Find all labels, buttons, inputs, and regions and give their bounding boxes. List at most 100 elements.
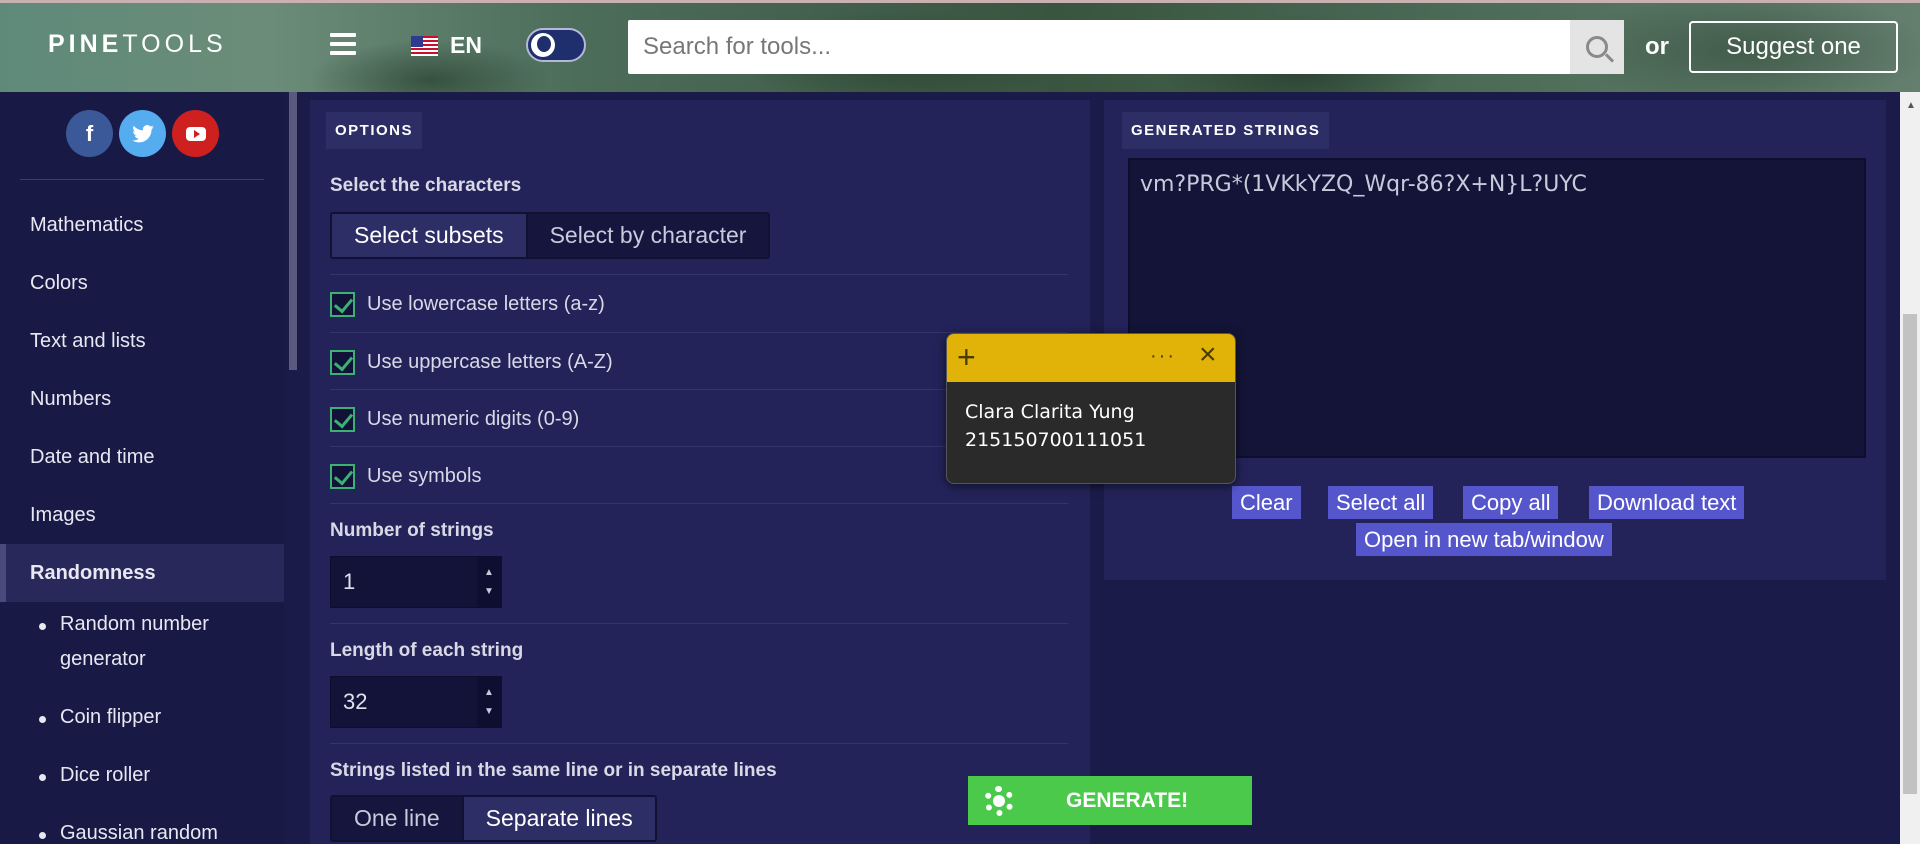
logo-bold: PINE (48, 30, 123, 58)
sidebar-item-mathematics[interactable]: Mathematics (0, 196, 284, 254)
lines-mode-toggle: One line Separate lines (330, 795, 657, 842)
site-header: PINETOOLS EN or Suggest one (0, 0, 1920, 92)
download-text-button[interactable]: Download text (1589, 486, 1745, 519)
search-bar (628, 20, 1624, 74)
row-divider (330, 274, 1068, 275)
one-line-button[interactable]: One line (332, 797, 462, 840)
chevron-up-icon[interactable]: ▲ (484, 687, 494, 698)
lowercase-label: Use lowercase letters (a-z) (367, 293, 605, 315)
chevron-down-icon[interactable]: ▼ (484, 706, 494, 717)
social-links: f (66, 110, 219, 157)
select-subsets-button[interactable]: Select subsets (332, 214, 528, 257)
or-text: or (1645, 33, 1669, 60)
number-of-strings-title: Number of strings (330, 520, 494, 541)
symbols-checkbox[interactable] (330, 464, 355, 489)
stepper-arrows[interactable]: ▲ ▼ (477, 677, 501, 727)
more-options-icon[interactable]: ··· (1150, 345, 1176, 368)
generate-label: GENERATE! (1066, 788, 1189, 812)
dark-mode-toggle[interactable] (526, 28, 586, 62)
site-logo[interactable]: PINETOOLS (48, 30, 227, 59)
lowercase-checkbox[interactable] (330, 292, 355, 317)
note-line-name: Clara Clarita Yung (965, 401, 1135, 423)
sidebar-item-text-and-lists[interactable]: Text and lists (0, 312, 284, 370)
sidebar-item-randomness[interactable]: Randomness (0, 544, 284, 602)
youtube-icon[interactable] (172, 110, 219, 157)
submenu-item-gaussian-random[interactable]: Gaussian random (0, 811, 284, 844)
number-of-strings-stepper[interactable]: 1 ▲ ▼ (330, 556, 502, 608)
number-of-strings-value[interactable]: 1 (331, 557, 477, 607)
sidebar-divider (20, 179, 264, 180)
generated-strings-tab-label: GENERATED STRINGS (1122, 112, 1330, 149)
sticky-note[interactable]: + ··· × Clara Clarita Yung 2151507001110… (946, 333, 1236, 484)
close-icon[interactable]: × (1199, 340, 1217, 370)
generated-output-textarea[interactable]: vm?PRG*(1VKkYZQ_Wqr-86?X+N}L?UYC (1128, 158, 1866, 458)
digits-checkbox[interactable] (330, 407, 355, 432)
add-note-icon[interactable]: + (957, 341, 976, 373)
chevron-down-icon[interactable]: ▼ (484, 586, 494, 597)
options-tab-label: OPTIONS (326, 112, 423, 149)
open-new-tab-button[interactable]: Open in new tab/window (1356, 523, 1612, 556)
uppercase-checkbox[interactable] (330, 350, 355, 375)
chevron-up-icon[interactable]: ▲ (484, 567, 494, 578)
sidebar: f Mathematics Colors Text and lists Numb… (0, 92, 284, 844)
row-divider (330, 743, 1068, 744)
digits-option[interactable]: Use numeric digits (0-9) (330, 407, 579, 432)
gear-icon (984, 785, 1014, 816)
symbols-option[interactable]: Use symbols (330, 464, 481, 489)
sticky-note-body[interactable]: Clara Clarita Yung 215150700111051 (947, 382, 1235, 470)
header-top-line (0, 0, 1920, 3)
logo-thin: TOOLS (122, 30, 227, 58)
search-input[interactable] (628, 20, 1570, 74)
sidebar-item-numbers[interactable]: Numbers (0, 370, 284, 428)
language-selector[interactable]: EN (411, 32, 482, 59)
moon-icon (531, 33, 555, 57)
twitter-icon[interactable] (119, 110, 166, 157)
sticky-note-titlebar[interactable]: + ··· × (947, 334, 1235, 382)
page-scrollbar[interactable]: ▲ (1900, 92, 1920, 844)
select-characters-title: Select the characters (330, 175, 522, 196)
sidebar-item-images[interactable]: Images (0, 486, 284, 544)
digits-label: Use numeric digits (0-9) (367, 408, 580, 430)
us-flag-icon (411, 35, 438, 56)
row-divider (330, 503, 1068, 504)
submenu-item-label: Gaussian random (60, 822, 218, 844)
scroll-up-arrow-icon[interactable]: ▲ (1906, 100, 1916, 111)
sidebar-item-date-and-time[interactable]: Date and time (0, 428, 284, 486)
length-stepper[interactable]: 32 ▲ ▼ (330, 676, 502, 728)
length-value[interactable]: 32 (331, 677, 477, 727)
row-divider (330, 623, 1068, 624)
sidebar-scroll-thumb[interactable] (289, 92, 297, 370)
search-button[interactable] (1570, 20, 1624, 74)
copy-all-button[interactable]: Copy all (1463, 486, 1559, 519)
separate-lines-button[interactable]: Separate lines (461, 797, 655, 840)
symbols-label: Use symbols (367, 465, 482, 487)
submenu-item-dice-roller[interactable]: Dice roller (0, 753, 284, 811)
sidebar-scrollbar[interactable] (288, 92, 298, 844)
menu-hamburger-icon[interactable] (330, 33, 356, 55)
lines-title: Strings listed in the same line or in se… (330, 760, 777, 781)
uppercase-option[interactable]: Use uppercase letters (A-Z) (330, 350, 613, 375)
uppercase-label: Use uppercase letters (A-Z) (367, 351, 613, 373)
note-line-id: 215150700111051 (965, 429, 1147, 451)
facebook-icon[interactable]: f (66, 110, 113, 157)
language-label: EN (450, 32, 482, 58)
category-menu: Mathematics Colors Text and lists Number… (0, 196, 284, 844)
randomness-submenu: Random number generator Coin flipper Dic… (0, 602, 284, 844)
character-mode-toggle: Select subsets Select by character (330, 212, 771, 259)
submenu-item-coin-flipper[interactable]: Coin flipper (0, 695, 284, 753)
search-icon (1586, 36, 1608, 58)
submenu-item-label: Dice roller (60, 764, 151, 786)
clear-button[interactable]: Clear (1232, 486, 1301, 519)
stepper-arrows[interactable]: ▲ ▼ (477, 557, 501, 607)
submenu-item-random-number-generator[interactable]: Random number generator (0, 602, 284, 695)
select-by-character-button[interactable]: Select by character (528, 214, 769, 257)
length-title: Length of each string (330, 640, 524, 661)
submenu-item-label: Random number generator (60, 613, 209, 670)
select-all-button[interactable]: Select all (1328, 486, 1434, 519)
lowercase-option[interactable]: Use lowercase letters (a-z) (330, 292, 605, 317)
sidebar-item-colors[interactable]: Colors (0, 254, 284, 312)
generate-button[interactable]: GENERATE! (968, 776, 1252, 825)
submenu-item-label: Coin flipper (60, 706, 162, 728)
suggest-one-button[interactable]: Suggest one (1689, 21, 1898, 73)
page-scroll-thumb[interactable] (1903, 314, 1917, 794)
